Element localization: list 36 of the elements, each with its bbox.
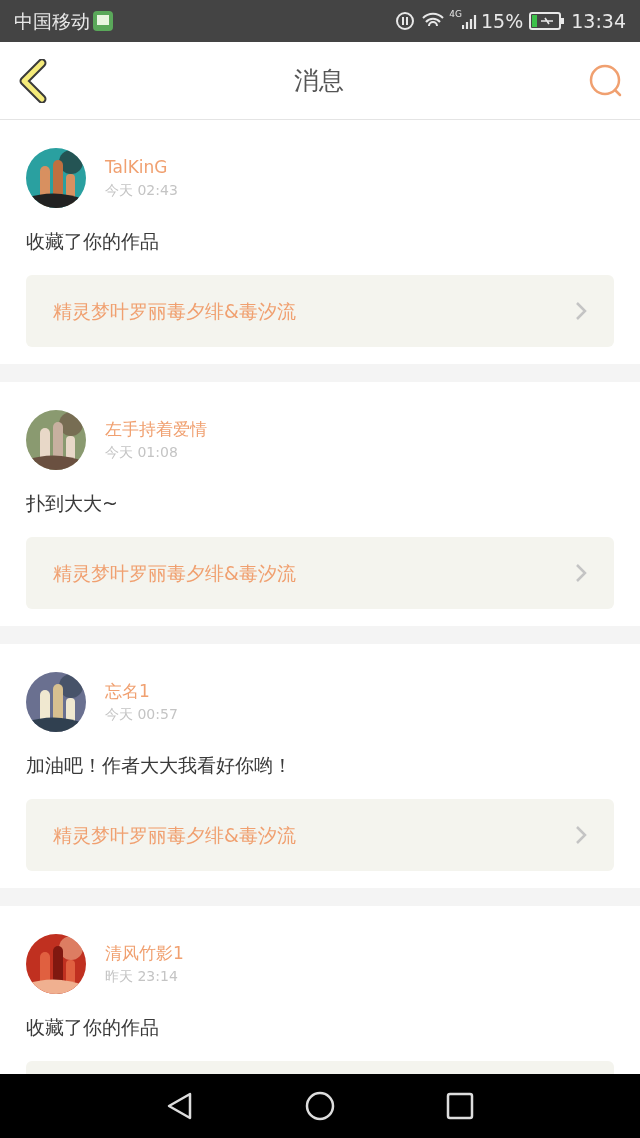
work-link[interactable]: 精灵梦叶罗丽毒夕绯&毒汐流: [26, 537, 614, 609]
back-nav-button[interactable]: [165, 1091, 194, 1121]
message-time: 今天 02:43: [105, 181, 178, 200]
recents-nav-button[interactable]: [446, 1092, 475, 1120]
user-name[interactable]: 忘名1: [105, 679, 178, 703]
message-text: 收藏了你的作品: [26, 1015, 160, 1040]
search-icon: [588, 62, 624, 99]
square-icon: [446, 1092, 475, 1120]
chevron-right-icon: [575, 563, 587, 583]
work-title: 精灵梦叶罗丽毒夕绯&毒汐流: [53, 822, 296, 848]
work-title: 精灵梦叶罗丽毒夕绯&毒汐流: [53, 298, 296, 324]
user-name[interactable]: TalKinG: [105, 155, 178, 179]
circle-icon: [305, 1091, 335, 1121]
clock: 13:34: [571, 8, 626, 34]
user-name[interactable]: 清风竹影1: [105, 941, 184, 965]
page-title: 消息: [294, 64, 344, 97]
triangle-icon: [165, 1091, 194, 1121]
battery-icon: [529, 12, 566, 30]
message-time: 今天 00:57: [105, 705, 178, 724]
user-name[interactable]: 左手持着爱情: [105, 417, 207, 441]
message-time: 昨天 23:14: [105, 967, 179, 986]
work-title: 精灵梦叶罗丽毒夕绯&毒汐流: [53, 560, 296, 586]
message-time: 今天 01:08: [105, 443, 179, 462]
app-icon: [92, 10, 114, 32]
message-text: 加油吧！作者大大我看好你哟！: [26, 753, 293, 778]
chevron-right-icon: [575, 301, 587, 321]
work-link[interactable]: 精灵梦叶罗丽毒夕绯&毒汐流: [26, 799, 614, 871]
battery-percent: 15%: [481, 8, 524, 34]
message-text: 扑到大大~: [26, 491, 119, 516]
carrier-name: 中国移动: [14, 8, 90, 34]
work-link[interactable]: 精灵梦叶罗丽毒夕绯&毒汐流: [26, 275, 614, 347]
chevron-right-icon: [575, 825, 587, 845]
network-type: 4G: [449, 8, 462, 21]
back-icon: [18, 58, 48, 103]
home-nav-button[interactable]: [305, 1091, 335, 1121]
message-text: 收藏了你的作品: [26, 229, 160, 254]
